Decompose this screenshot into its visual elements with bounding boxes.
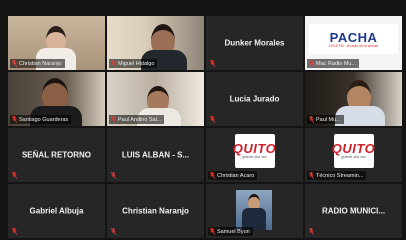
- logo-word: QUITO: [232, 141, 277, 156]
- nameplate: Santiago Guarderas: [10, 115, 72, 124]
- participant-name: Samuel Byun: [217, 228, 250, 235]
- nameplate: Christian Naranjo: [10, 59, 65, 68]
- participant-display-name: Dunker Morales: [224, 38, 285, 48]
- muted-mic-icon: [11, 115, 18, 124]
- logo-subtitle: grande otra vez: [242, 155, 267, 159]
- participant-name: Christian Acaro: [217, 172, 255, 179]
- nameplate: Técnico Streamin...: [307, 171, 367, 180]
- participant-tile[interactable]: QUITO grande otra vez Christian Acaro: [206, 128, 303, 182]
- nameplate: Paul Mu...: [307, 115, 344, 124]
- participant-name: Santiago Guarderas: [19, 116, 69, 123]
- nameplate: Christian Acaro: [208, 171, 258, 180]
- nameplate: Samuel Byun: [208, 227, 253, 236]
- participant-tile[interactable]: Paul Andino Sal...: [107, 72, 204, 126]
- participant-display-name: Christian Naranjo: [122, 206, 189, 216]
- nameplate: [307, 227, 317, 236]
- muted-mic-icon: [209, 59, 216, 68]
- participant-display-name: RADIO MUNICI...: [321, 206, 386, 216]
- participant-tile[interactable]: Santiago Guarderas: [8, 72, 105, 126]
- logo-word: QUITO: [331, 141, 376, 156]
- muted-mic-icon: [308, 115, 315, 124]
- participant-tile[interactable]: Dunker Morales: [206, 16, 303, 70]
- logo-subtitle: 103.8 FM · la radio de la ciudad: [328, 43, 379, 48]
- muted-mic-icon: [110, 227, 117, 236]
- muted-mic-icon: [110, 115, 117, 124]
- nameplate: Miguel Hidalgo: [109, 59, 158, 68]
- nameplate: Mac Radio Mu...: [307, 59, 360, 68]
- participant-name: Miguel Hidalgo: [118, 60, 155, 67]
- participant-tile[interactable]: Lucia Jurado: [206, 72, 303, 126]
- muted-mic-icon: [110, 59, 117, 68]
- participant-tile[interactable]: QUITO grande otra vez Técnico Streamin..…: [305, 128, 402, 182]
- participant-name: Mac Radio Mu...: [316, 60, 357, 67]
- nameplate: [208, 115, 218, 124]
- participant-display-name: LUIS ALBAN - S...: [121, 150, 190, 160]
- muted-mic-icon: [209, 171, 216, 180]
- participant-display-name: SEÑAL RETORNO: [21, 150, 92, 160]
- muted-mic-icon: [209, 115, 216, 124]
- muted-mic-icon: [11, 171, 18, 180]
- participant-name: Christian Naranjo: [19, 60, 62, 67]
- participant-tile[interactable]: Gabriel Albuja: [8, 184, 105, 238]
- muted-mic-icon: [308, 171, 315, 180]
- participant-tile[interactable]: Samuel Byun: [206, 184, 303, 238]
- participant-tile[interactable]: Miguel Hidalgo: [107, 16, 204, 70]
- participant-name: Paul Mu...: [316, 116, 341, 123]
- quito-logo: QUITO grande otra vez: [232, 134, 277, 168]
- muted-mic-icon: [209, 227, 216, 236]
- nameplate: [109, 171, 119, 180]
- participant-tile[interactable]: PACHA 103.8 FM · la radio de la ciudad M…: [305, 16, 402, 70]
- participant-tile[interactable]: LUIS ALBAN - S...: [107, 128, 204, 182]
- participant-tile[interactable]: RADIO MUNICI...: [305, 184, 402, 238]
- nameplate: Paul Andino Sal...: [109, 115, 165, 124]
- quito-logo: QUITO grande otra vez: [331, 134, 376, 168]
- nameplate: [10, 227, 20, 236]
- participant-display-name: Gabriel Albuja: [29, 206, 84, 216]
- muted-mic-icon: [110, 171, 117, 180]
- participant-display-name: Lucia Jurado: [229, 94, 280, 104]
- muted-mic-icon: [11, 227, 18, 236]
- video-grid: Christian Naranjo Miguel Hidalgo Dunker …: [8, 16, 406, 240]
- nameplate: [109, 227, 119, 236]
- muted-mic-icon: [308, 227, 315, 236]
- muted-mic-icon: [11, 59, 18, 68]
- pacha-logo: PACHA 103.8 FM · la radio de la ciudad: [309, 24, 398, 54]
- muted-mic-icon: [308, 59, 315, 68]
- nameplate: [208, 59, 218, 68]
- nameplate: [10, 171, 20, 180]
- participant-tile[interactable]: Christian Naranjo: [107, 184, 204, 238]
- logo-word: PACHA: [329, 29, 378, 45]
- logo-subtitle: grande otra vez: [341, 155, 366, 159]
- participant-name: Técnico Streamin...: [316, 172, 364, 179]
- participant-tile[interactable]: Christian Naranjo: [8, 16, 105, 70]
- participant-name: Paul Andino Sal...: [118, 116, 162, 123]
- participant-tile[interactable]: SEÑAL RETORNO: [8, 128, 105, 182]
- participant-tile[interactable]: Paul Mu...: [305, 72, 402, 126]
